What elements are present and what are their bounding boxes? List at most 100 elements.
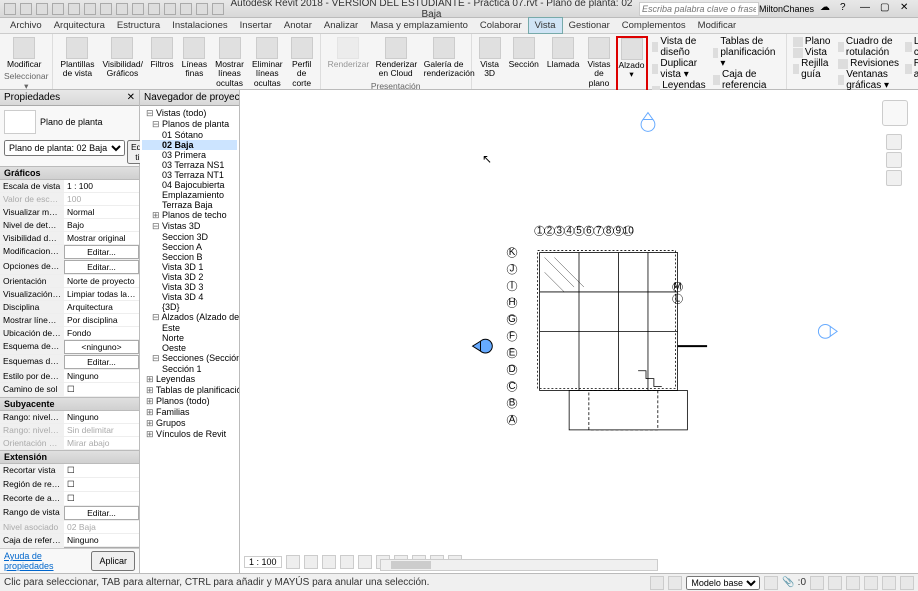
prop-value[interactable]: Fondo bbox=[64, 327, 139, 339]
prop-value[interactable]: 02 Baja bbox=[64, 521, 139, 533]
tab-archivo[interactable]: Archivo bbox=[4, 18, 48, 33]
close-icon[interactable]: ✕ bbox=[900, 2, 914, 16]
drag-icon[interactable] bbox=[828, 576, 842, 590]
select-icon[interactable] bbox=[900, 576, 914, 590]
minimize-icon[interactable]: — bbox=[860, 2, 874, 16]
rev-button[interactable]: Revisiones bbox=[836, 58, 901, 69]
tree-node[interactable]: Terraza Baja bbox=[142, 200, 237, 210]
tree-node[interactable]: Familias bbox=[142, 407, 237, 418]
show-button[interactable]: Mostrar líneas ocultas bbox=[212, 36, 247, 89]
tree-node[interactable]: 02 Baja bbox=[142, 140, 237, 150]
type-selector[interactable]: Plano de planta bbox=[0, 106, 139, 138]
qat-open-icon[interactable] bbox=[4, 3, 16, 15]
prop-value[interactable]: Mostrar original bbox=[64, 232, 139, 244]
tab-estructura[interactable]: Estructura bbox=[111, 18, 166, 33]
tab-colaborar[interactable]: Colaborar bbox=[474, 18, 528, 33]
tab-gestionar[interactable]: Gestionar bbox=[563, 18, 616, 33]
tree-node[interactable]: Sección 1 bbox=[142, 364, 237, 374]
prop-value[interactable]: ☐ bbox=[64, 492, 139, 505]
view-scale[interactable]: 1 : 100 bbox=[244, 556, 282, 568]
link-icon[interactable] bbox=[864, 576, 878, 590]
tree-node[interactable]: {3D} bbox=[142, 302, 237, 312]
grid-button[interactable]: Rejilla guía bbox=[791, 58, 834, 80]
tree-node[interactable]: Planos de techo bbox=[142, 210, 237, 221]
title-button[interactable]: Cuadro de rotulación bbox=[836, 36, 901, 58]
view-button[interactable]: Vista bbox=[791, 47, 834, 58]
gallery-button[interactable]: Galería de renderización bbox=[421, 36, 467, 80]
filter-select-icon[interactable] bbox=[810, 576, 824, 590]
editable-icon[interactable] bbox=[668, 576, 682, 590]
sheet-button[interactable]: Plano bbox=[791, 36, 834, 47]
properties-help-link[interactable]: Ayuda de propiedades bbox=[4, 551, 91, 571]
tree-node[interactable]: Planos (todo) bbox=[142, 396, 237, 407]
workset-selector[interactable]: Modelo base bbox=[686, 576, 760, 590]
prop-value[interactable]: Sin delimitar bbox=[64, 424, 139, 436]
qat-print-icon[interactable] bbox=[68, 3, 80, 15]
nav-pan-icon[interactable] bbox=[886, 170, 902, 186]
qat-undo-icon[interactable] bbox=[36, 3, 48, 15]
tree-node[interactable]: Vínculos de Revit bbox=[142, 429, 237, 440]
tree-node[interactable]: Leyendas bbox=[142, 374, 237, 385]
tab-masa-y-emplazamiento[interactable]: Masa y emplazamiento bbox=[364, 18, 474, 33]
tree-node[interactable]: Oeste bbox=[142, 343, 237, 353]
tab-arquitectura[interactable]: Arquitectura bbox=[48, 18, 111, 33]
visual-style-icon[interactable] bbox=[304, 555, 318, 569]
sch-button[interactable]: Tablas de planificación ▾ bbox=[711, 36, 782, 69]
pin-icon[interactable] bbox=[882, 576, 896, 590]
tree-node[interactable]: Norte bbox=[142, 333, 237, 343]
prop-value[interactable]: Ninguno bbox=[64, 370, 139, 382]
prop-value[interactable]: ☐ bbox=[64, 464, 139, 477]
prop-value[interactable]: ☐ bbox=[64, 478, 139, 491]
dup-button[interactable]: Duplicar vista ▾ bbox=[650, 58, 709, 80]
thin-button[interactable]: Líneas finas bbox=[179, 36, 211, 89]
help-icon[interactable]: ? bbox=[840, 2, 854, 16]
qat-text-icon[interactable] bbox=[132, 3, 144, 15]
view-cube[interactable] bbox=[882, 100, 908, 126]
tree-node[interactable]: Vista 3D 1 bbox=[142, 262, 237, 272]
tree-node[interactable]: Emplazamiento bbox=[142, 190, 237, 200]
prop-value[interactable]: Ninguno bbox=[64, 411, 139, 423]
qat-close-icon[interactable] bbox=[196, 3, 208, 15]
prop-value[interactable]: Editar... bbox=[64, 506, 139, 520]
prop-section-extensión[interactable]: Extensión bbox=[0, 450, 139, 464]
prop-value[interactable]: 1 : 100 bbox=[64, 180, 139, 192]
vg-button[interactable]: Visibilidad/ Gráficos bbox=[99, 36, 145, 89]
workset-icon[interactable] bbox=[650, 576, 664, 590]
horizontal-scrollbar[interactable] bbox=[380, 559, 658, 571]
prop-value[interactable]: Arquitectura bbox=[64, 301, 139, 313]
prop-value[interactable]: Editar... bbox=[64, 260, 139, 274]
design-options-icon[interactable] bbox=[764, 576, 778, 590]
tree-node[interactable]: Seccion 3D bbox=[142, 232, 237, 242]
tree-node[interactable]: 03 Terraza NT1 bbox=[142, 170, 237, 180]
tree-node[interactable]: Grupos bbox=[142, 418, 237, 429]
tree-node[interactable]: Vistas (todo) bbox=[142, 108, 237, 119]
drawing-area[interactable]: ↖ 12345678910 KJIHGFEDCBA ML bbox=[240, 90, 918, 573]
prop-value[interactable]: Editar... bbox=[64, 245, 139, 259]
sunpath-icon[interactable] bbox=[322, 555, 336, 569]
qat-save-icon[interactable] bbox=[20, 3, 32, 15]
prop-section-subyacente[interactable]: Subyacente bbox=[0, 397, 139, 411]
tree-node[interactable]: Vista 3D 3 bbox=[142, 282, 237, 292]
apply-button[interactable]: Aplicar bbox=[91, 551, 135, 571]
signin-user[interactable]: MiltonChanes bbox=[759, 4, 814, 14]
cursor-button[interactable]: Modificar bbox=[4, 36, 44, 70]
tree-node[interactable]: Vista 3D 2 bbox=[142, 272, 237, 282]
qat-thinlines-icon[interactable] bbox=[180, 3, 192, 15]
tab-instalaciones[interactable]: Instalaciones bbox=[166, 18, 233, 33]
tree-node[interactable]: Alzados (Alzado de edificio) bbox=[142, 312, 237, 323]
prop-value[interactable]: <ninguno> bbox=[64, 340, 139, 354]
prop-value[interactable]: Limpiar todas las unio... bbox=[64, 288, 139, 300]
maximize-icon[interactable]: ▢ bbox=[880, 2, 894, 16]
tree-node[interactable]: Secciones (Sección de edific bbox=[142, 353, 237, 364]
detail-level-icon[interactable] bbox=[286, 555, 300, 569]
prop-value[interactable]: Mirar abajo bbox=[64, 437, 139, 449]
qat-redo-icon[interactable] bbox=[52, 3, 64, 15]
nav-zoom-icon[interactable] bbox=[886, 152, 902, 168]
prop-value[interactable]: Editar... bbox=[64, 355, 139, 369]
vp-button[interactable]: Ventanas gráficas ▾ bbox=[836, 69, 901, 91]
prop-value[interactable]: 100 bbox=[64, 193, 139, 205]
tree-node[interactable]: Seccion A bbox=[142, 242, 237, 252]
prop-value[interactable]: Por disciplina bbox=[64, 314, 139, 326]
prop-value[interactable]: Bajo bbox=[64, 219, 139, 231]
tree-node[interactable]: Tablas de planificación/Cantida bbox=[142, 385, 237, 396]
